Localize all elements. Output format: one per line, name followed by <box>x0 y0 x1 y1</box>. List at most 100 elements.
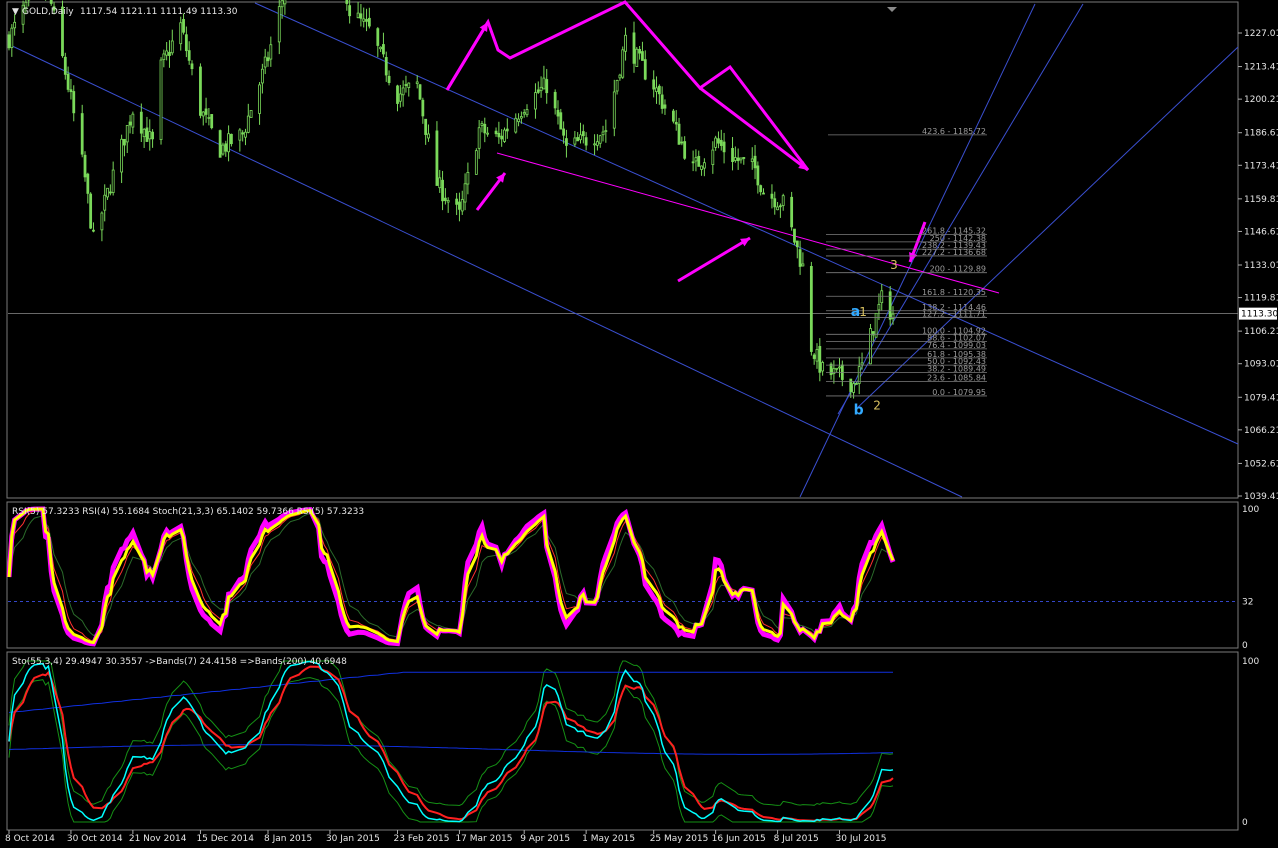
candle-body <box>244 132 246 137</box>
date-tick-label: 17 Mar 2015 <box>455 834 512 844</box>
candle-body <box>357 13 359 18</box>
candle-body <box>444 198 446 200</box>
candle-body <box>199 67 201 115</box>
candle-body <box>740 158 742 160</box>
candle-body <box>717 139 719 143</box>
current-price-label: 1113.30 <box>1241 310 1278 320</box>
candle-body <box>84 155 86 177</box>
candle-body <box>633 33 635 63</box>
candle-body <box>861 363 863 365</box>
rsi-tick-label: 32 <box>1242 597 1253 607</box>
candle-body <box>656 88 658 92</box>
candle-body <box>368 18 370 26</box>
candle-body <box>537 90 539 93</box>
date-tick-label: 30 Jan 2015 <box>326 834 380 844</box>
candle-body <box>166 51 168 55</box>
fib-level-label: 23.6 - 1085.84 <box>927 373 986 382</box>
candle-body <box>816 350 818 362</box>
candle-body <box>602 132 604 135</box>
candle-body <box>799 250 801 267</box>
candle-body <box>152 132 154 139</box>
candle-body <box>281 1 283 7</box>
candle-body <box>723 142 725 152</box>
candle-body <box>239 130 241 140</box>
price-tick-label: 1200.21 <box>1244 95 1278 105</box>
candle-body <box>104 195 106 210</box>
candle-body <box>8 35 10 48</box>
candle-body <box>228 134 230 152</box>
candle-body <box>81 114 83 155</box>
candle-body <box>692 162 694 163</box>
candle-body <box>734 158 736 161</box>
candle-body <box>160 60 162 140</box>
candle-body <box>478 128 480 149</box>
wave-label: 2 <box>873 399 881 413</box>
candle-body <box>259 85 261 114</box>
candle-body <box>771 194 773 198</box>
candle-body <box>360 14 362 19</box>
chart-window[interactable]: 423.6 - 1185.72261.8 - 1145.32250 - 1142… <box>0 0 1278 844</box>
price-tick-label: 1159.81 <box>1244 195 1278 205</box>
price-tick-label: 1106.21 <box>1244 327 1278 337</box>
candle-body <box>622 50 624 77</box>
candle-body <box>112 170 114 193</box>
price-tick-label: 1039.41 <box>1244 492 1278 502</box>
candle-body <box>270 45 272 59</box>
rsi-tick-label: 100 <box>1242 505 1259 515</box>
candle-body <box>278 7 280 42</box>
candle-body <box>416 82 418 84</box>
candle-body <box>543 78 545 89</box>
candle-body <box>64 57 66 74</box>
candle-body <box>540 87 542 90</box>
candle-body <box>456 199 458 204</box>
price-tick-label: 1079.41 <box>1244 393 1278 403</box>
candle-body <box>664 105 666 108</box>
candle-body <box>219 131 221 158</box>
candle-body <box>557 110 559 116</box>
candle-body <box>853 384 855 393</box>
candle-body <box>878 304 880 309</box>
date-tick-label: 8 Jan 2015 <box>264 834 312 844</box>
candle-body <box>366 19 368 21</box>
candle-body <box>487 133 489 134</box>
sto-panel-label: Sto(55,3,4) 29.4947 30.3557 ->Bands(7) 2… <box>12 657 347 667</box>
price-tick-label: 1133.01 <box>1244 261 1278 271</box>
candle-body <box>242 133 244 134</box>
candle-body <box>442 180 444 201</box>
candle-body <box>813 355 815 359</box>
candle-body <box>644 60 646 80</box>
symbol-timeframe: GOLD,Daily <box>22 7 74 17</box>
candle-body <box>802 264 804 266</box>
price-tick-label: 1213.41 <box>1244 63 1278 73</box>
candle-body <box>50 0 52 3</box>
date-tick-label: 30 Oct 2014 <box>67 834 123 844</box>
fib-level-label: 200 - 1129.89 <box>930 265 986 274</box>
candle-body <box>850 379 852 392</box>
candle-body <box>503 130 505 141</box>
sto-tick-label: 0 <box>1242 818 1248 828</box>
candle-body <box>107 188 109 197</box>
candle-body <box>425 119 427 134</box>
candle-body <box>171 41 173 53</box>
candle-body <box>405 85 407 86</box>
candle-body <box>11 28 13 47</box>
candle-body <box>658 86 660 94</box>
candle-body <box>791 197 793 227</box>
candle-body <box>760 186 762 192</box>
fib-level-label: 38.2 - 1089.49 <box>927 364 986 373</box>
candle-body <box>839 367 841 368</box>
candle-body <box>701 166 703 169</box>
candle-body <box>616 80 618 91</box>
price-chart[interactable]: 423.6 - 1185.72261.8 - 1145.32250 - 1142… <box>0 0 1278 844</box>
candle-body <box>653 80 655 89</box>
candle-body <box>380 47 382 49</box>
candle-body <box>402 88 404 95</box>
candle-body <box>869 329 871 364</box>
candle-body <box>675 122 677 124</box>
candle-body <box>678 124 680 144</box>
date-tick-label: 23 Feb 2015 <box>394 834 450 844</box>
candle-body <box>439 178 441 188</box>
candle-body <box>87 174 89 193</box>
candle-body <box>534 93 536 109</box>
chart-menu-arrow-icon[interactable]: ▼ <box>12 7 19 17</box>
